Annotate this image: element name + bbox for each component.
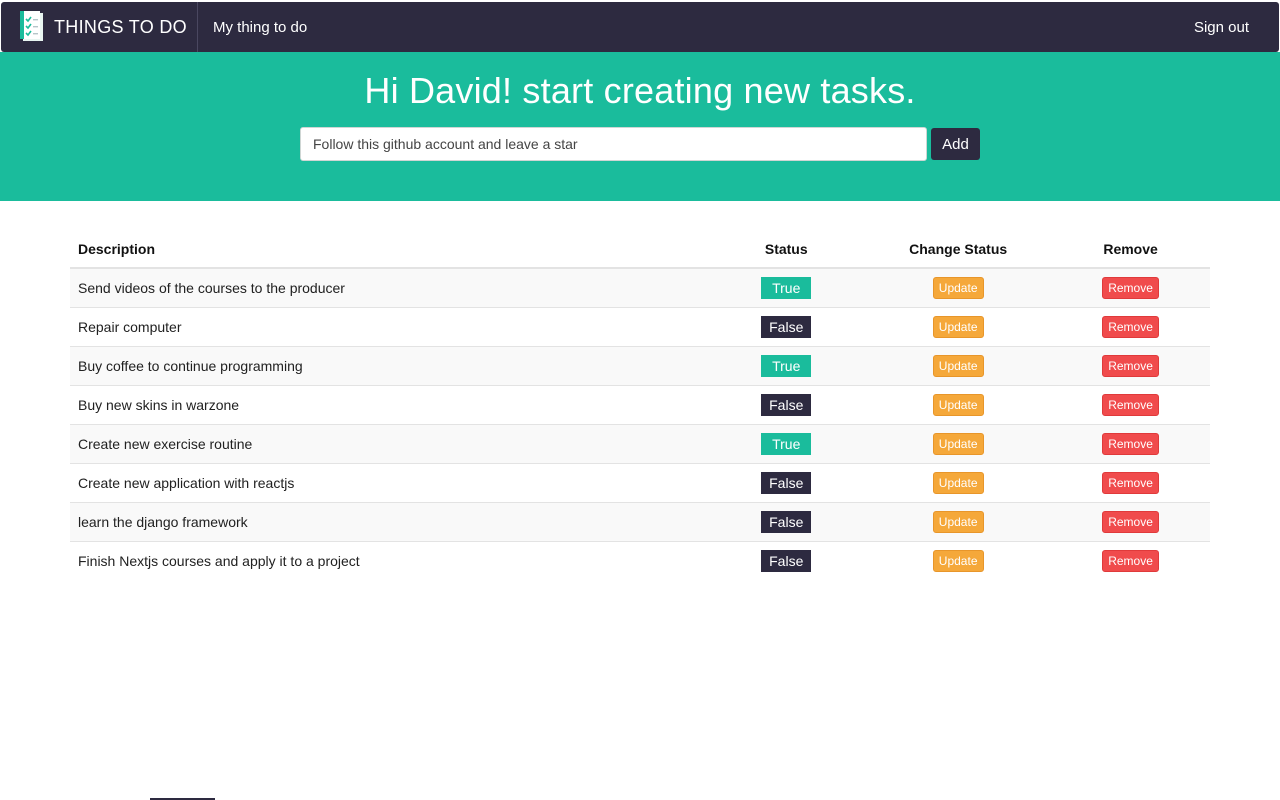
- status-badge: False: [761, 549, 812, 572]
- remove-task-button[interactable]: Remove: [1102, 549, 1160, 572]
- remove-task-button[interactable]: Remove: [1102, 432, 1160, 455]
- status-badge: False: [761, 315, 812, 338]
- new-task-input[interactable]: [300, 127, 927, 161]
- table-header-row: Description Status Change Status Remove: [70, 230, 1210, 269]
- table-row: learn the django framework False Update …: [70, 501, 1210, 541]
- table-row: Buy coffee to continue programming True …: [70, 345, 1210, 385]
- nav-my-thing-to-do[interactable]: My thing to do: [213, 19, 307, 36]
- checklist-icon: [20, 11, 43, 41]
- task-description: Buy new skins in warzone: [70, 384, 708, 424]
- update-status-button[interactable]: Update: [932, 432, 984, 455]
- update-status-button[interactable]: Update: [932, 471, 984, 494]
- status-badge: True: [761, 432, 812, 455]
- table-row: Buy new skins in warzone False Update Re…: [70, 384, 1210, 424]
- remove-task-button[interactable]: Remove: [1102, 471, 1160, 494]
- hero-title: Hi David! start creating new tasks.: [364, 70, 916, 111]
- update-status-button[interactable]: Update: [932, 510, 984, 533]
- status-badge: True: [761, 276, 812, 299]
- update-status-button[interactable]: Update: [932, 393, 984, 416]
- task-description: Send videos of the courses to the produc…: [70, 267, 708, 307]
- table-row: Create new exercise routine True Update …: [70, 423, 1210, 463]
- update-status-button[interactable]: Update: [932, 315, 984, 338]
- status-badge: False: [761, 510, 812, 533]
- status-badge: False: [761, 393, 812, 416]
- header-description: Description: [70, 230, 708, 269]
- update-status-button[interactable]: Update: [932, 354, 984, 377]
- task-description: learn the django framework: [70, 501, 708, 541]
- table-row: Create new application with reactjs Fals…: [70, 462, 1210, 502]
- table-row: Send videos of the courses to the produc…: [70, 267, 1210, 307]
- sign-out-link[interactable]: Sign out: [1194, 19, 1249, 36]
- task-description: Create new exercise routine: [70, 423, 708, 463]
- status-badge: True: [761, 354, 812, 377]
- brand[interactable]: THINGS TO DO: [1, 2, 198, 52]
- task-description: Repair computer: [70, 306, 708, 346]
- table-row: Repair computer False Update Remove: [70, 306, 1210, 346]
- remove-task-button[interactable]: Remove: [1102, 276, 1160, 299]
- remove-task-button[interactable]: Remove: [1102, 315, 1160, 338]
- task-description: Create new application with reactjs: [70, 462, 708, 502]
- remove-task-button[interactable]: Remove: [1102, 510, 1160, 533]
- tasks-table: Description Status Change Status Remove …: [70, 230, 1210, 580]
- status-badge: False: [761, 471, 812, 494]
- update-status-button[interactable]: Update: [932, 276, 984, 299]
- task-description: Finish Nextjs courses and apply it to a …: [70, 540, 708, 580]
- hero-banner: Hi David! start creating new tasks. Add: [0, 52, 1280, 201]
- remove-task-button[interactable]: Remove: [1102, 354, 1160, 377]
- add-task-button[interactable]: Add: [931, 128, 980, 160]
- header-remove: Remove: [1051, 230, 1210, 269]
- table-row: Finish Nextjs courses and apply it to a …: [70, 540, 1210, 580]
- navbar: THINGS TO DO My thing to do Sign out: [1, 2, 1279, 52]
- remove-task-button[interactable]: Remove: [1102, 393, 1160, 416]
- task-description: Buy coffee to continue programming: [70, 345, 708, 385]
- header-change-status: Change Status: [865, 230, 1052, 269]
- header-status: Status: [707, 230, 866, 269]
- update-status-button[interactable]: Update: [932, 549, 984, 572]
- brand-title: THINGS TO DO: [54, 16, 187, 37]
